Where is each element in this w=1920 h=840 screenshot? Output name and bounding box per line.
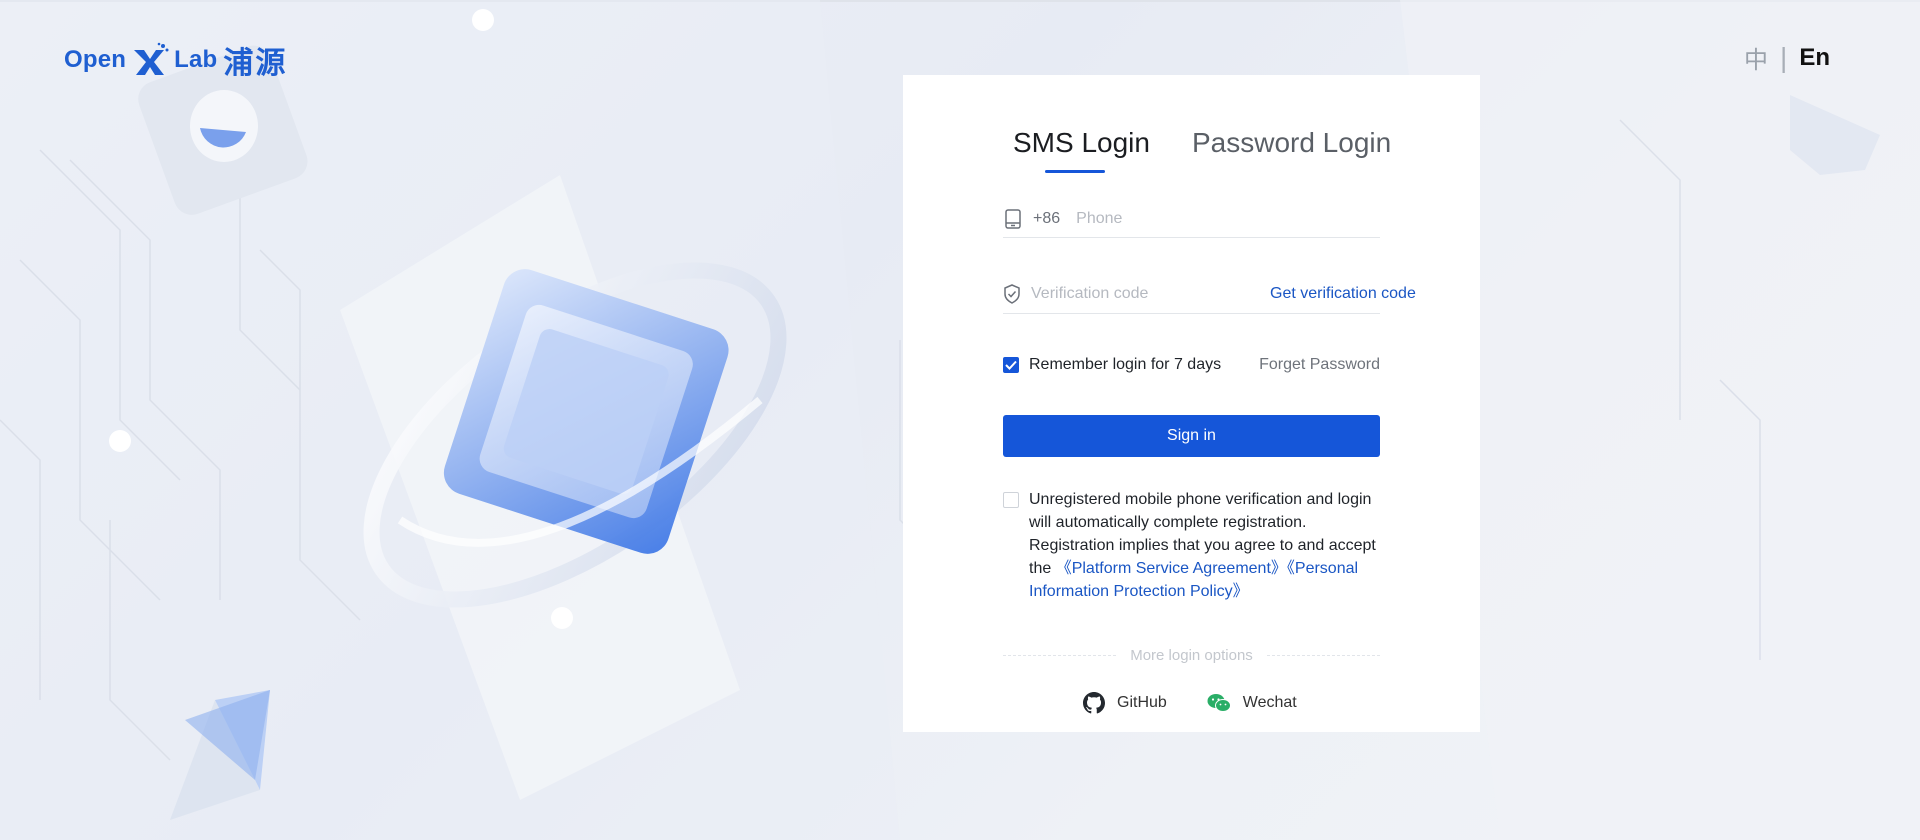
country-code-prefix[interactable]: +86: [1033, 210, 1060, 228]
more-login-options-label: More login options: [1130, 647, 1253, 664]
more-login-options-divider: More login options: [1003, 647, 1381, 664]
checkbox-checked-icon[interactable]: [1003, 357, 1019, 373]
wechat-icon: [1207, 694, 1231, 712]
github-icon: [1083, 692, 1105, 714]
logo-x-icon: [134, 42, 169, 75]
wechat-label: Wechat: [1242, 694, 1297, 711]
logo-lab-text: Lab: [174, 46, 218, 73]
get-verification-code-button[interactable]: Get verification code: [1270, 285, 1416, 303]
logo-cn-text: 浦源: [223, 46, 288, 81]
remember-login-checkbox[interactable]: Remember login for 7 days: [1003, 356, 1221, 374]
remember-login-label: Remember login for 7 days: [1029, 356, 1222, 373]
language-en-option[interactable]: En: [1799, 44, 1830, 72]
login-tabs: SMS Login Password Login: [1013, 127, 1391, 173]
language-zh-option[interactable]: 中: [1744, 40, 1768, 75]
verification-code-field: Get verification code: [1003, 275, 1416, 314]
language-switch: 中 | En: [1744, 40, 1830, 75]
github-label: GitHub: [1117, 694, 1167, 711]
platform-service-agreement-link[interactable]: 《Platform Service Agreement》: [1056, 560, 1287, 577]
phone-input[interactable]: [1076, 203, 1380, 234]
shield-check-icon: [1003, 284, 1021, 304]
brand-logo[interactable]: Open Lab 浦源: [64, 38, 287, 82]
agreement-row: Unregistered mobile phone verification a…: [1003, 488, 1380, 603]
logo-open-text: Open: [64, 46, 127, 73]
verification-code-input[interactable]: [1031, 279, 1238, 309]
github-login-button[interactable]: GitHub: [1083, 692, 1167, 714]
tab-password-login[interactable]: Password Login: [1192, 127, 1391, 173]
forget-password-link[interactable]: Forget Password: [1259, 356, 1380, 374]
agreement-checkbox[interactable]: [1003, 492, 1019, 508]
language-separator: |: [1780, 41, 1788, 73]
phone-field: +86: [1003, 200, 1380, 238]
divider-left: [1003, 655, 1117, 656]
login-card: SMS Login Password Login +86 Get verific…: [903, 75, 1480, 732]
agreement-text: Unregistered mobile phone verification a…: [1029, 488, 1380, 603]
tab-sms-login[interactable]: SMS Login: [1013, 127, 1150, 173]
remember-row: Remember login for 7 days Forget Passwor…: [1003, 356, 1380, 374]
social-login: GitHub Wechat: [1083, 692, 1297, 714]
wechat-login-button[interactable]: Wechat: [1207, 692, 1297, 714]
phone-icon: [1003, 208, 1023, 229]
sign-in-button[interactable]: Sign in: [1003, 415, 1380, 457]
divider-right: [1266, 655, 1381, 656]
